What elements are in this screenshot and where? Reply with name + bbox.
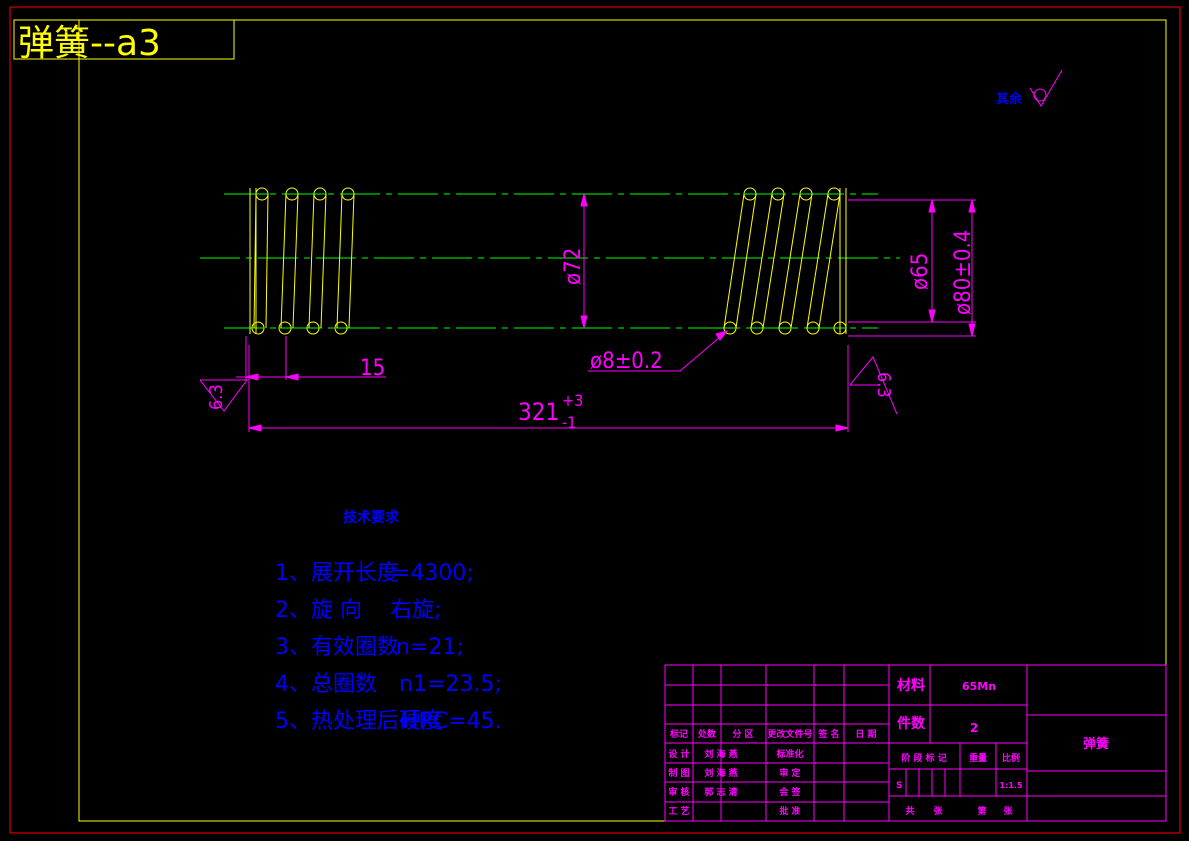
coil-wire [265, 193, 269, 329]
tech-req-list: 1、展开长度=4300; 2、旋 向 右旋; 3、有效圈数n=21; 4、总圈数 n1=2… [275, 561, 502, 734]
row-name: 刘 海 燕 [704, 748, 737, 760]
row-role: 设 计 [668, 748, 689, 760]
qty-value: 2 [970, 721, 978, 735]
coil-wire [735, 193, 757, 329]
qty-label: 件数 [897, 715, 926, 732]
coil-wire [806, 193, 829, 329]
coil-wire [280, 193, 287, 329]
coil-wire [308, 193, 315, 329]
tech-req-value: HRC=45. [402, 709, 502, 734]
coil-wire [762, 193, 785, 329]
row-name: 刘 海 燕 [704, 767, 737, 779]
row-name: 郭 志 清 [704, 786, 737, 798]
sheet-text: 第 [977, 805, 986, 817]
coil-wire [320, 193, 327, 329]
title-block: 材料 65Mn件数 2弹簧标记 处数分 区更改文件号签 名日 期设 计刘 海 燕标准化… [664, 664, 1167, 822]
dim-diameter-80: ø80±0.4 [951, 230, 976, 315]
material-label: 材料 [897, 677, 925, 694]
coil-wire [292, 193, 299, 329]
table-header-cell: 标记 [669, 728, 688, 740]
row-role2: 会 签 [779, 786, 801, 798]
row-role2: 标准化 [775, 748, 803, 760]
row-role: 工 艺 [668, 805, 689, 817]
row-role: 审 核 [668, 786, 689, 798]
dim-pitch: 15 [360, 356, 385, 381]
tech-req-label: 1、展开长度 [275, 561, 399, 586]
right-coils [723, 187, 847, 335]
coil-wire [818, 193, 841, 329]
table-header-cell: 日 期 [855, 728, 876, 740]
outer-frame [9, 6, 1181, 834]
inner-border [78, 19, 1167, 822]
drawing-title: 弹簧--a3 [18, 23, 161, 64]
left-coils [249, 187, 355, 335]
roughness-left-value: 6.3 [206, 384, 227, 410]
coil-wire [348, 193, 355, 329]
table-header-cell: 分 区 [732, 728, 753, 740]
roughness-right-value: 6.3 [873, 372, 894, 398]
tech-req-value: 右旋; [390, 598, 441, 623]
material-value: 65Mn [962, 680, 996, 693]
table-header-cell: 更改文件号 [767, 728, 812, 740]
row-role2: 审 定 [779, 767, 801, 779]
part-name: 弹簧 [1083, 736, 1109, 752]
dim-diameter-65: ø65 [908, 253, 933, 290]
sheet-text: 张 [1003, 805, 1013, 817]
dim-wire-diameter: ø8±0.2 [590, 349, 663, 374]
weight-label: 重量 [969, 752, 987, 764]
coil-wire [723, 193, 745, 329]
dim-lower-tolerance: -1 [562, 413, 576, 432]
tech-req-label: 4、总圈数 [275, 672, 377, 697]
row-role2: 批 准 [779, 805, 800, 817]
coil-wire [750, 193, 773, 329]
dim-diameter-72: ø72 [561, 248, 586, 285]
scale-value: 1:1.5 [1000, 781, 1023, 790]
tech-req-heading: 技术要求 [343, 509, 400, 526]
tech-req-value: =4300; [392, 561, 474, 586]
tech-req-value: n=21; [396, 635, 464, 660]
coil-wire [336, 193, 343, 329]
dim-overall-length: 321 [518, 398, 559, 426]
coil-wire [778, 193, 801, 329]
centerlines [200, 193, 900, 329]
tech-req-value: n1=23.5; [399, 672, 502, 697]
sheet-text: 共 [905, 805, 914, 817]
roughness-symbol-icon [1029, 69, 1063, 107]
dim-upper-tolerance: +3 [562, 391, 583, 410]
table-header-cell: 处数 [697, 728, 717, 740]
tech-req-label: 3、有效圈数 [275, 635, 399, 660]
roughness-note: 其余 [996, 91, 1023, 107]
row-role: 制 图 [668, 767, 689, 779]
dimension-lines [199, 193, 976, 432]
stage-label: 阶 段 标 记 [901, 752, 946, 764]
table-header-cell: 签 名 [817, 728, 839, 740]
coil-wire [790, 193, 813, 329]
stage-value: S [896, 781, 902, 791]
scale-label: 比例 [1002, 752, 1020, 764]
spring-coils [249, 187, 847, 335]
tech-req-label: 2、旋 向 [275, 598, 362, 623]
drawing-canvas: 弹簧--a3 其余 ø72 ø65 ø80±0.4 ø8±0.2 15 321 … [9, 6, 1181, 834]
sheet-text: 张 [933, 805, 943, 817]
